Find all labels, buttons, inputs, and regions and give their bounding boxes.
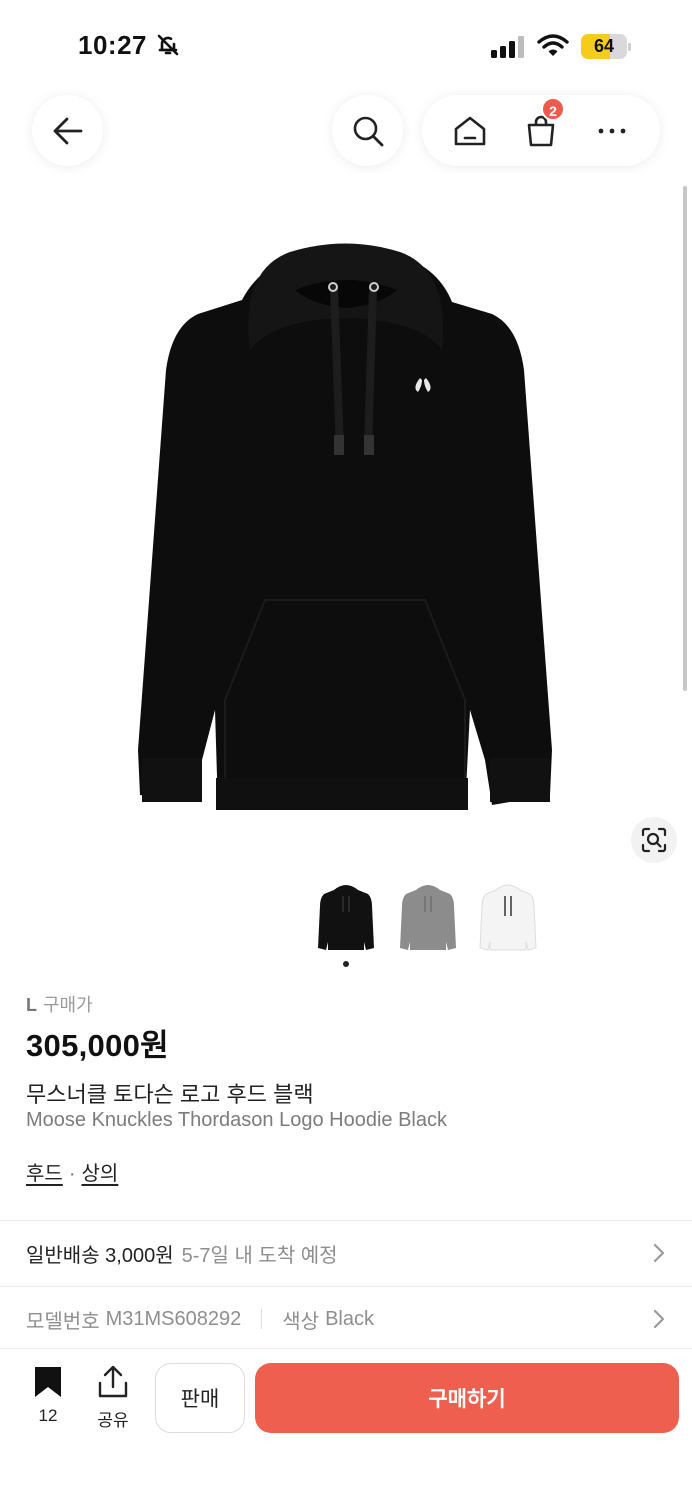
product-name-en: Moose Knuckles Thordason Logo Hoodie Bla… bbox=[26, 1109, 447, 1131]
back-button[interactable] bbox=[32, 95, 103, 166]
more-button[interactable] bbox=[590, 109, 634, 153]
chevron-right-icon bbox=[653, 1309, 665, 1329]
product-main-image[interactable] bbox=[120, 230, 572, 820]
model-value: M31MS608292 bbox=[105, 1307, 242, 1330]
share-icon bbox=[98, 1365, 128, 1398]
size-price-label: L 구매가 bbox=[26, 991, 93, 1017]
arrow-left-icon bbox=[53, 117, 82, 144]
details-divider bbox=[261, 1309, 263, 1329]
home-icon bbox=[454, 116, 485, 145]
thumbnail-grey[interactable] bbox=[398, 882, 458, 954]
battery-indicator: 64 bbox=[581, 34, 631, 59]
search-button[interactable] bbox=[332, 95, 403, 166]
search-icon bbox=[353, 116, 383, 146]
shipping-label: 일반배송 3,000원 bbox=[26, 1244, 174, 1267]
bottom-action-bar: 12 공유 판매 구매하기 bbox=[0, 1348, 692, 1500]
more-horizontal-icon bbox=[598, 128, 626, 133]
share-label: 공유 bbox=[97, 1411, 129, 1430]
image-search-button[interactable] bbox=[631, 817, 677, 863]
category-link-hoodie[interactable]: 후드 bbox=[26, 1163, 63, 1185]
size-value: L bbox=[26, 995, 37, 1015]
wifi-icon bbox=[537, 34, 569, 56]
chevron-right-icon bbox=[653, 1243, 665, 1263]
cart-button[interactable]: 2 bbox=[519, 96, 565, 153]
status-time: 10:27 bbox=[78, 30, 147, 60]
status-bar: 10:27 64 bbox=[0, 0, 692, 90]
model-label: 모델번호 bbox=[26, 1310, 100, 1333]
category-links: 후드 · 상의 bbox=[26, 1157, 118, 1186]
cart-count-badge: 2 bbox=[540, 96, 565, 121]
share-button[interactable]: 공유 bbox=[92, 1365, 134, 1431]
bookmark-button[interactable]: 12 bbox=[28, 1365, 68, 1426]
shipping-eta: 5-7일 내 도착 예정 bbox=[181, 1244, 338, 1267]
home-button[interactable] bbox=[448, 109, 492, 153]
nav-action-group: 2 bbox=[422, 95, 660, 166]
sell-button[interactable]: 판매 bbox=[155, 1363, 245, 1433]
bell-off-icon bbox=[157, 34, 179, 56]
price-label: 구매가 bbox=[43, 995, 93, 1015]
signal-icon bbox=[491, 36, 524, 58]
category-link-tops[interactable]: 상의 bbox=[81, 1163, 118, 1185]
buy-button[interactable]: 구매하기 bbox=[255, 1363, 679, 1433]
product-name-ko: 무스너클 토다슨 로고 후드 블랙 bbox=[26, 1082, 314, 1107]
details-row[interactable]: 모델번호 M31MS608292 색상 Black bbox=[0, 1287, 692, 1351]
lens-search-icon bbox=[641, 827, 667, 853]
category-separator: · bbox=[68, 1163, 76, 1185]
bookmark-count: 12 bbox=[38, 1406, 58, 1425]
thumbnail-indicator-dot bbox=[343, 961, 349, 967]
thumbnail-black[interactable] bbox=[316, 882, 376, 954]
bookmark-icon bbox=[35, 1367, 61, 1397]
scrollbar[interactable] bbox=[683, 186, 687, 691]
battery-percent: 64 bbox=[593, 36, 615, 56]
color-label: 색상 bbox=[282, 1310, 320, 1333]
thumbnail-white[interactable] bbox=[478, 882, 538, 954]
color-value: Black bbox=[325, 1307, 374, 1330]
product-price: 305,000원 bbox=[26, 1028, 169, 1063]
shipping-row[interactable]: 일반배송 3,000원 5-7일 내 도착 예정 bbox=[0, 1221, 692, 1285]
